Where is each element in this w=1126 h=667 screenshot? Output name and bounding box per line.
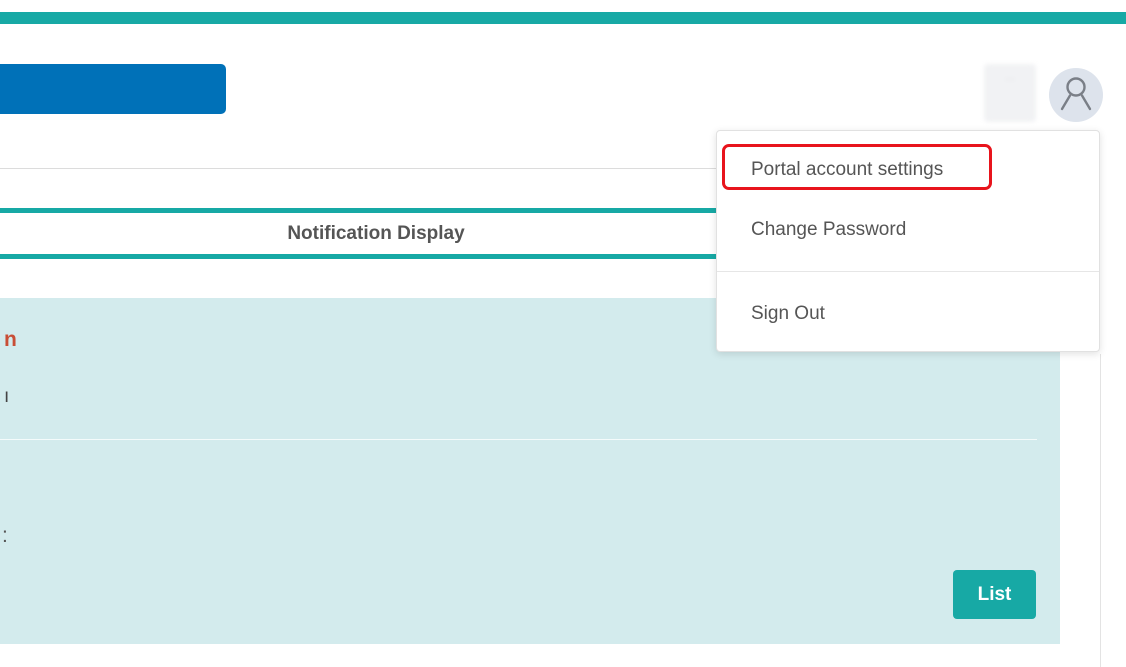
menu-separator [717,271,1099,272]
tab-notification-display[interactable]: Notification Display [186,213,566,254]
user-name-text: ··· [1005,74,1015,85]
panel-divider [0,439,1037,440]
top-accent-bar [0,12,1126,24]
account-dropdown-menu: Portal account settings Change Password … [716,130,1100,352]
header-divider [0,168,716,169]
menu-item-change-password[interactable]: Change Password [751,219,906,241]
user-avatar-button[interactable] [1049,68,1103,122]
notification-body-fragment: : [2,524,8,547]
menu-item-sign-out[interactable]: Sign Out [751,303,825,325]
brand-banner-button[interactable] [0,64,226,114]
list-button[interactable]: List [953,570,1036,619]
tab-bottom-border [0,254,716,259]
right-panel-rule [1100,354,1101,667]
notification-subtitle: ı [4,386,10,407]
user-name-display: ··· [984,64,1036,122]
notification-title: n [4,328,17,351]
menu-item-portal-account-settings[interactable]: Portal account settings [751,159,943,181]
user-icon [1060,77,1092,111]
